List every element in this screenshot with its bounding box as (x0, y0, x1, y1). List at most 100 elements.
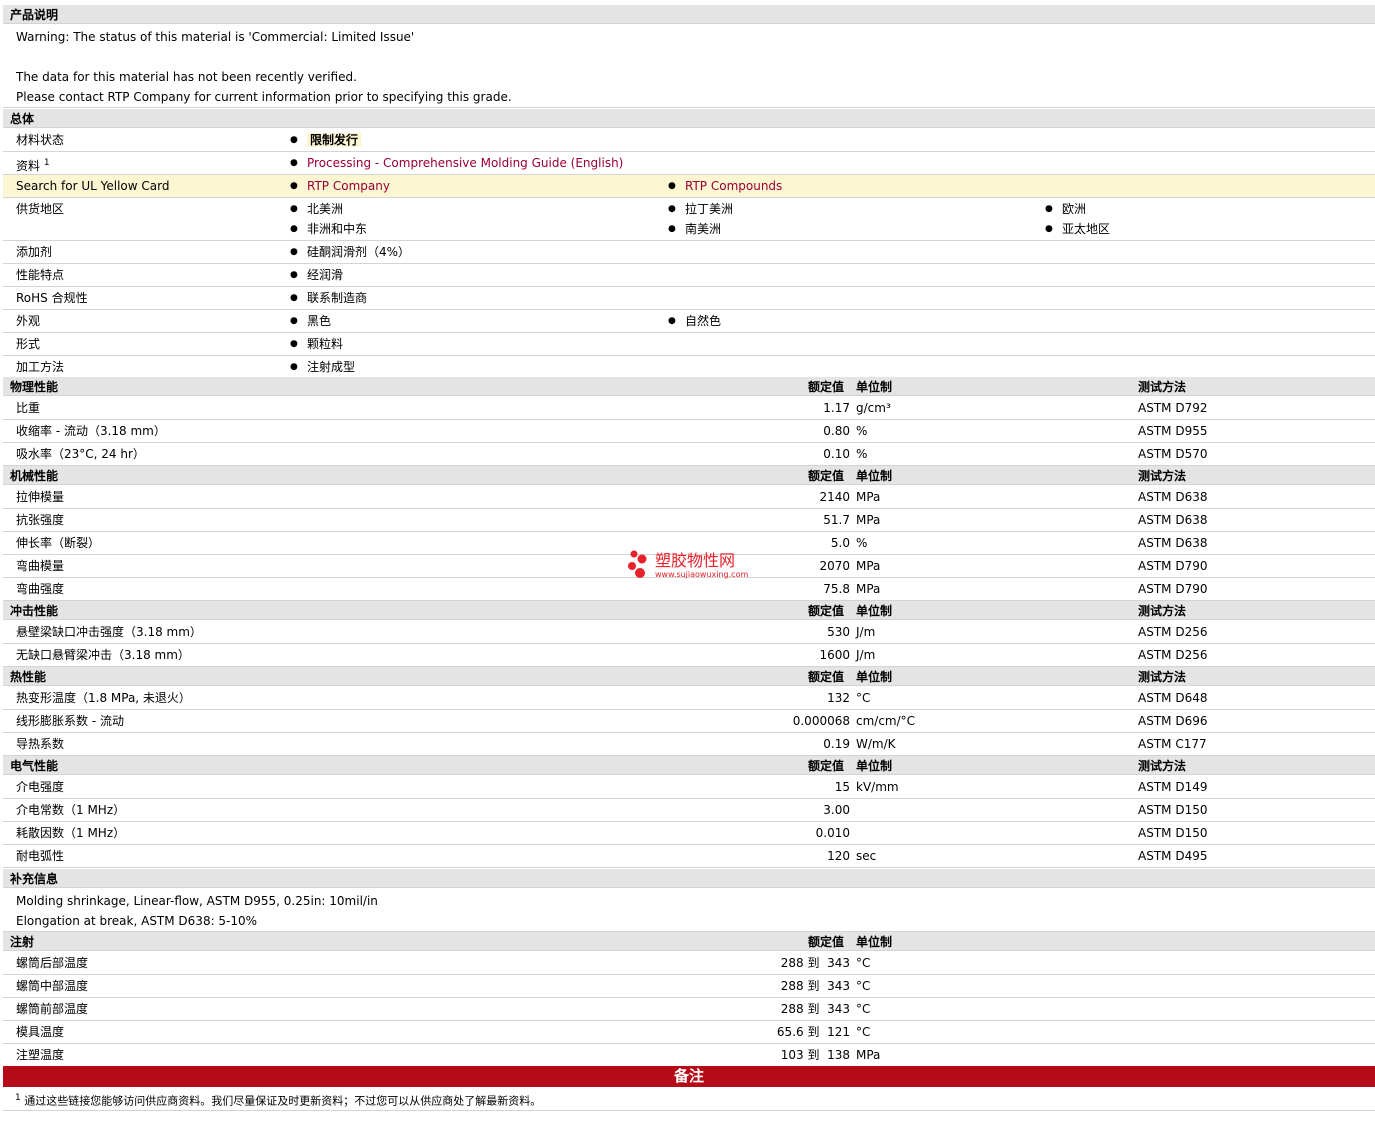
property-value: 75.8 (823, 582, 850, 596)
property-row: 收缩率 - 流动（3.18 mm） 0.80% ASTM D955 (3, 420, 1375, 443)
section-header-description: 产品说明 (3, 5, 1375, 24)
property-unit: MPa (856, 513, 881, 527)
property-value: 0.19 (823, 737, 850, 751)
bullet-icon: ● (668, 204, 676, 214)
bullet-icon: ● (290, 135, 298, 145)
col-header-nominal: 额定值 (808, 604, 845, 618)
property-row: 无缺口悬臂梁冲击（3.18 mm） 1600 J/m ASTM D256 (3, 644, 1375, 667)
property-row: 比重 1.17 g/cm³ ASTM D792 (3, 397, 1375, 420)
property-unit: kV/mm (856, 780, 899, 794)
property-unit: °C (856, 979, 871, 993)
bullet-icon: ● (290, 204, 298, 214)
row-additive: 添加剂 ● 硅酮润滑剂（4%） (3, 241, 1375, 264)
property-name: 注塑温度 (16, 1048, 65, 1062)
row-rohs: RoHS 合规性 ● 联系制造商 (3, 287, 1375, 310)
property-value: 288 到 343 (780, 1002, 850, 1016)
property-row: 耗散因数（1 MHz） 0.010 ASTM D150 (3, 822, 1375, 845)
bullet-icon: ● (668, 181, 676, 191)
col-header-nominal: 额定值 (808, 759, 845, 773)
property-value: 2140 (819, 490, 850, 504)
property-unit: °C (856, 691, 871, 705)
property-unit: W/m/K (856, 737, 896, 751)
test-method: ASTM D256 (1138, 625, 1208, 639)
row-label: Search for UL Yellow Card (16, 179, 170, 193)
property-name: 弯曲强度 (16, 582, 65, 596)
property-name: 导热系数 (16, 737, 65, 751)
molding-guide-link[interactable]: Processing - Comprehensive Molding Guide… (307, 156, 623, 170)
row-processing: 加工方法 ● 注射成型 (3, 356, 1375, 379)
property-name: 无缺口悬臂梁冲击（3.18 mm） (16, 648, 190, 662)
test-method: ASTM D648 (1138, 691, 1208, 705)
bullet-icon: ● (290, 270, 298, 280)
section-header-injection: 注射 额定值 单位制 (3, 932, 1375, 951)
section-title: 注射 (10, 935, 35, 949)
rtp-compounds-link[interactable]: RTP Compounds (685, 179, 782, 193)
section-title: 补充信息 (10, 872, 59, 886)
rtp-company-link[interactable]: RTP Company (307, 179, 390, 193)
col-header-nominal: 额定值 (808, 935, 845, 949)
row-label: 外观 (16, 314, 41, 328)
region-item: 亚太地区 (1062, 222, 1111, 236)
row-label: 材料状态 (16, 133, 65, 147)
property-unit: MPa (856, 582, 881, 596)
property-unit: % (856, 447, 868, 461)
test-method: ASTM D149 (1138, 780, 1208, 794)
property-unit: % (856, 424, 868, 438)
supplemental-line: Molding shrinkage, Linear-flow, ASTM D95… (16, 894, 378, 908)
property-row: 抗张强度 51.7 MPa ASTM D638 (3, 509, 1375, 532)
injection-row: 螺筒后部温度 288 到 343 °C (3, 952, 1375, 975)
property-unit: J/m (856, 648, 876, 662)
col-header-test: 测试方法 (1138, 670, 1187, 684)
property-unit: J/m (856, 625, 876, 639)
section-title: 总体 (10, 112, 35, 126)
property-unit: sec (856, 849, 877, 863)
bullet-icon: ● (290, 181, 298, 191)
region-item: 拉丁美洲 (685, 202, 734, 216)
section-header-mechanical: 机械性能 额定值 单位制 测试方法 (3, 466, 1375, 485)
property-row: 线形膨胀系数 - 流动 0.000068 cm/cm/°C ASTM D696 (3, 710, 1375, 733)
injection-row: 模具温度 65.6 到 121 °C (3, 1021, 1375, 1044)
property-unit: cm/cm/°C (856, 714, 916, 728)
property-row: 导热系数 0.19 W/m/K ASTM C177 (3, 733, 1375, 756)
section-header-supplemental: 补充信息 (3, 869, 1375, 888)
section-title: 机械性能 (10, 469, 59, 483)
property-name: 模具温度 (16, 1025, 65, 1039)
watermark-url: www.sujiaowuxing.com (655, 570, 749, 579)
property-name: 耗散因数（1 MHz） (16, 826, 126, 840)
test-method: ASTM D150 (1138, 803, 1208, 817)
property-value: 103 到 138 (780, 1048, 850, 1062)
bullet-icon: ● (290, 316, 298, 326)
region-item: 南美洲 (685, 222, 722, 236)
watermark-logo: 塑胶物性网 www.sujiaowuxing.com (626, 548, 766, 584)
status-value: 限制发行 (307, 133, 362, 147)
section-header-general: 总体 (3, 109, 1375, 128)
contact-text: Please contact RTP Company for current i… (16, 90, 512, 104)
property-value: 530 (827, 625, 850, 639)
region-item: 北美洲 (307, 202, 344, 216)
section-title: 冲击性能 (10, 604, 59, 618)
property-value: 51.7 (823, 513, 850, 527)
property-row: 耐电弧性 120 sec ASTM D495 (3, 845, 1375, 868)
row-label: 供货地区 (16, 202, 65, 216)
row-label: 添加剂 (16, 245, 53, 259)
property-name: 线形膨胀系数 - 流动 (16, 714, 124, 728)
property-value: 0.10 (823, 447, 850, 461)
bullet-icon: ● (1045, 224, 1053, 234)
property-name: 弯曲模量 (16, 559, 65, 573)
row-value: 自然色 (685, 314, 722, 328)
description-block: Warning: The status of this material is … (3, 25, 1375, 108)
row-sources: 资料 1 ● Processing - Comprehensive Moldin… (3, 152, 1375, 175)
notes-block: 1 通过这些链接您能够访问供应商资料。我们尽量保证及时更新资料；不过您可以从供应… (3, 1087, 1375, 1111)
property-unit: MPa (856, 559, 881, 573)
col-header-unit: 单位制 (856, 469, 893, 483)
property-value: 1.17 (823, 401, 850, 415)
property-name: 介电强度 (16, 780, 65, 794)
property-value: 0.010 (815, 826, 850, 840)
col-header-nominal: 额定值 (808, 670, 845, 684)
property-row: 介电强度 15 kV/mm ASTM D149 (3, 776, 1375, 799)
test-method: ASTM D955 (1138, 424, 1208, 438)
notes-text: 1 通过这些链接您能够访问供应商资料。我们尽量保证及时更新资料；不过您可以从供应… (15, 1093, 542, 1108)
bullet-icon: ● (290, 293, 298, 303)
row-label: RoHS 合规性 (16, 291, 88, 305)
property-value: 0.80 (823, 424, 850, 438)
